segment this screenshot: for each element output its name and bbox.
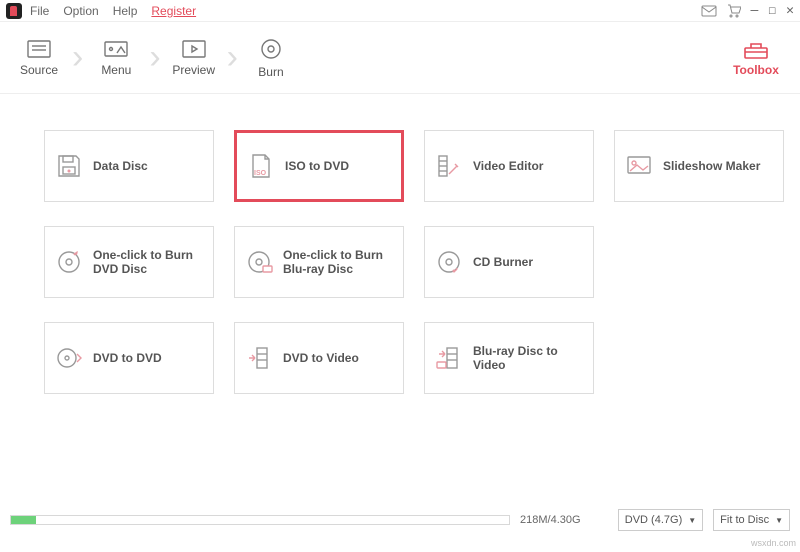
- cd-music-icon: [435, 248, 463, 276]
- card-label: One-click to Burn DVD Disc: [93, 248, 203, 276]
- card-oneclick-bluray[interactable]: One-click to Burn Blu-ray Disc: [234, 226, 404, 298]
- step-label: Burn: [258, 65, 283, 79]
- footer-bar: 218M/4.30G DVD (4.7G) ▼ Fit to Disc ▼: [0, 506, 800, 534]
- card-label: Data Disc: [93, 159, 148, 173]
- card-label: ISO to DVD: [285, 159, 349, 173]
- step-nav: Source › Menu › Preview › Burn Toolbox: [0, 22, 800, 94]
- card-label: Video Editor: [473, 159, 543, 173]
- preview-icon: [181, 39, 207, 59]
- step-menu[interactable]: Menu: [77, 22, 155, 93]
- step-burn[interactable]: Burn: [232, 22, 310, 93]
- step-label: Source: [20, 63, 58, 77]
- card-label: One-click to Burn Blu-ray Disc: [283, 248, 393, 276]
- menu-icon: [103, 39, 129, 59]
- card-slideshow-maker[interactable]: Slideshow Maker: [614, 130, 784, 202]
- card-label: DVD to Video: [283, 351, 359, 365]
- title-bar: File Option Help Register — ☐ ✕: [0, 0, 800, 22]
- card-oneclick-dvd[interactable]: One-click to Burn DVD Disc: [44, 226, 214, 298]
- fit-select[interactable]: Fit to Disc ▼: [713, 509, 790, 531]
- capacity-bar: [10, 515, 510, 525]
- toolbox-label: Toolbox: [722, 63, 790, 77]
- svg-text:ISO: ISO: [254, 170, 267, 177]
- chevron-down-icon: ▼: [775, 516, 783, 525]
- menu-option[interactable]: Option: [63, 4, 98, 18]
- disc-burn-icon: [55, 248, 83, 276]
- close-button[interactable]: ✕: [786, 3, 794, 18]
- source-icon: [26, 39, 52, 59]
- disc-bluray-icon: [245, 248, 273, 276]
- card-dvd-to-video[interactable]: DVD to Video: [234, 322, 404, 394]
- menu-help[interactable]: Help: [113, 4, 138, 18]
- step-preview[interactable]: Preview: [155, 22, 233, 93]
- mail-icon[interactable]: [701, 5, 717, 17]
- card-label: Blu-ray Disc to Video: [473, 344, 583, 372]
- capacity-fill: [11, 516, 36, 524]
- toolbox-icon: [742, 38, 770, 60]
- card-bluray-to-video[interactable]: Blu-ray Disc to Video: [424, 322, 594, 394]
- disc-type-select[interactable]: DVD (4.7G) ▼: [618, 509, 703, 531]
- bluray-video-icon: [435, 344, 463, 372]
- step-label: Preview: [172, 63, 215, 77]
- main-menu: File Option Help Register: [30, 4, 196, 18]
- fit-value: Fit to Disc: [720, 514, 769, 526]
- card-video-editor[interactable]: Video Editor: [424, 130, 594, 202]
- tool-grid: Data Disc ISO ISO to DVD Video Editor Sl…: [0, 94, 800, 414]
- floppy-icon: [55, 152, 83, 180]
- disc-type-value: DVD (4.7G): [625, 514, 682, 526]
- card-label: Slideshow Maker: [663, 159, 760, 173]
- minimize-button[interactable]: —: [751, 3, 759, 18]
- iso-file-icon: ISO: [247, 152, 275, 180]
- step-source[interactable]: Source: [0, 22, 78, 93]
- title-icons: — ☐ ✕: [701, 3, 794, 18]
- card-label: DVD to DVD: [93, 351, 162, 365]
- menu-register[interactable]: Register: [151, 4, 196, 18]
- menu-file[interactable]: File: [30, 4, 49, 18]
- disc-arrow-icon: [55, 344, 83, 372]
- capacity-label: 218M/4.30G: [520, 514, 581, 526]
- watermark: wsxdn.com: [751, 538, 796, 548]
- toolbox-button[interactable]: Toolbox: [722, 38, 790, 77]
- cart-icon[interactable]: [727, 4, 741, 18]
- app-logo: [6, 3, 22, 19]
- card-cd-burner[interactable]: CD Burner: [424, 226, 594, 298]
- card-iso-to-dvd[interactable]: ISO ISO to DVD: [234, 130, 404, 202]
- maximize-button[interactable]: ☐: [768, 3, 776, 18]
- step-label: Menu: [101, 63, 131, 77]
- chevron-down-icon: ▼: [688, 516, 696, 525]
- card-label: CD Burner: [473, 255, 533, 269]
- film-arrow-icon: [245, 344, 273, 372]
- card-dvd-to-dvd[interactable]: DVD to DVD: [44, 322, 214, 394]
- film-edit-icon: [435, 152, 463, 180]
- card-data-disc[interactable]: Data Disc: [44, 130, 214, 202]
- burn-icon: [259, 37, 283, 61]
- image-icon: [625, 152, 653, 180]
